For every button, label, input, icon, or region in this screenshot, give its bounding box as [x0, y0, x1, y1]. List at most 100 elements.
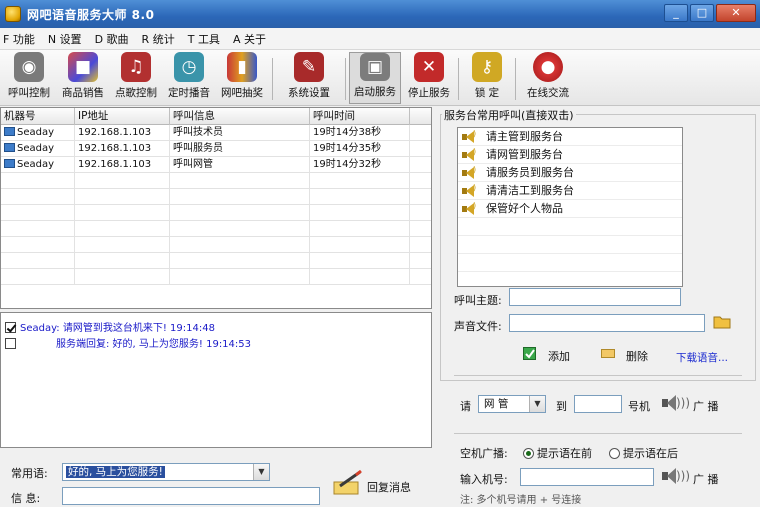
start-service-button[interactable]: ▣ 启动服务: [349, 52, 401, 104]
idle-broadcast-button[interactable]: 广 播: [693, 471, 719, 487]
reply-message-button[interactable]: [332, 468, 364, 498]
column-machine[interactable]: 机器号: [1, 108, 75, 125]
message-log[interactable]: Seaday: 请网管到我这台机来下! 19:14:48 服务端回复: 好的, …: [0, 312, 432, 448]
option-prompt-after[interactable]: 提示语在后: [609, 445, 678, 461]
column-call-time[interactable]: 呼叫时间: [310, 108, 410, 125]
stop-service-icon: ✕: [414, 52, 444, 82]
menu-about-label: 关于: [243, 32, 266, 46]
app-logo-icon: [5, 6, 21, 22]
service-panel: 服务台常用呼叫(直接双击) ) 请主管到服务台 ) 请网管到服务台 ) 请服务员到服务…: [436, 107, 760, 507]
table-row[interactable]: Seaday 192.168.1.103 呼叫网管 19时14分32秒: [1, 157, 431, 173]
window-title: 网吧语音服务大师 8.0: [27, 7, 155, 22]
idle-broadcast-speaker-icon[interactable]: ))): [662, 466, 690, 486]
menu-settings[interactable]: N 设置: [48, 31, 82, 47]
cell-call-time: 19时14分35秒: [310, 141, 410, 157]
minimize-button[interactable]: _: [664, 4, 688, 22]
maximize-button[interactable]: □: [690, 4, 714, 22]
toolbar-separator: [515, 58, 516, 100]
broadcast-prefix: 请: [460, 400, 471, 413]
log-text: 服务端回复: 好的, 马上为您服务! 19:14:53: [56, 339, 252, 350]
close-button[interactable]: ✕: [716, 4, 756, 22]
lottery-button[interactable]: ▮ 网吧抽奖: [217, 52, 267, 104]
menu-settings-key: N: [47, 32, 57, 46]
list-item[interactable]: ) 请网管到服务台: [458, 146, 682, 164]
message-input[interactable]: [62, 487, 320, 505]
role-select[interactable]: 网 管 ▼: [478, 395, 546, 413]
toolbar-separator: [458, 58, 459, 100]
menu-statistics-label: 统计: [152, 32, 175, 46]
speaker-device-icon: ◉: [14, 52, 44, 82]
service-call-list[interactable]: ) 请主管到服务台 ) 请网管到服务台 ) 请服务员到服务台 ) 请清洁工到服务台 ) 保…: [457, 127, 683, 287]
chevron-down-icon[interactable]: ▼: [253, 464, 269, 480]
machine-number-input[interactable]: [574, 395, 622, 413]
song-control-button[interactable]: ♫ 点歌控制: [111, 52, 161, 104]
machine-suffix-label: 号机: [628, 400, 650, 413]
system-settings-button[interactable]: ✎ 系统设置: [278, 52, 340, 104]
column-call-info[interactable]: 呼叫信息: [170, 108, 310, 125]
call-control-button[interactable]: ◉ 呼叫控制: [4, 52, 54, 104]
radio-button[interactable]: [609, 448, 620, 459]
open-folder-icon[interactable]: [713, 313, 731, 329]
broadcast-to-label: 到: [556, 400, 567, 413]
lock-key-icon: ⚷: [472, 52, 502, 82]
menu-function[interactable]: F 功能: [3, 31, 35, 47]
call-control-label: 呼叫控制: [8, 87, 50, 99]
reply-message-label[interactable]: 回复消息: [367, 479, 411, 495]
option-prompt-before[interactable]: 提示语在前: [523, 445, 592, 461]
machine-numbers-input[interactable]: [520, 468, 654, 486]
log-line-request[interactable]: Seaday: 请网管到我这台机来下! 19:14:48: [5, 319, 215, 334]
log-checkbox[interactable]: [5, 322, 16, 333]
table-row[interactable]: Seaday 192.168.1.103 呼叫技术员 19时14分38秒: [1, 125, 431, 141]
online-chat-button[interactable]: ● 在线交流: [521, 52, 575, 104]
log-line-reply[interactable]: 服务端回复: 好的, 马上为您服务! 19:14:53: [5, 335, 251, 350]
phrase-select[interactable]: 好的, 马上为您服务! ▼: [62, 463, 270, 481]
table-row[interactable]: Seaday 192.168.1.103 呼叫服务员 19时14分35秒: [1, 141, 431, 157]
call-item-label: 请服务员到服务台: [486, 166, 574, 179]
toolbar-separator: [345, 58, 346, 100]
chevron-down-icon[interactable]: ▼: [529, 396, 545, 412]
add-button[interactable]: 添加: [548, 348, 570, 364]
list-item[interactable]: ) 保管好个人物品: [458, 200, 682, 218]
cell-call-info: 呼叫服务员: [170, 141, 310, 157]
cell-machine: Seaday: [1, 125, 75, 141]
service-calls-title: 服务台常用呼叫(直接双击): [442, 107, 576, 123]
list-item[interactable]: ) 请清洁工到服务台: [458, 182, 682, 200]
input-machine-label: 输入机号:: [460, 473, 508, 486]
phrase-label: 常用语:: [11, 467, 48, 480]
message-label: 信 息:: [11, 492, 41, 505]
log-checkbox[interactable]: [5, 338, 16, 349]
phrase-value: 好的, 马上为您服务!: [66, 466, 165, 478]
stop-service-button[interactable]: ✕ 停止服务: [404, 52, 454, 104]
cell-ip: 192.168.1.103: [75, 141, 170, 157]
timed-broadcast-button[interactable]: ◷ 定时播音: [164, 52, 214, 104]
delete-icon: [601, 349, 615, 358]
goods-sales-button[interactable]: ■ 商品销售: [57, 52, 109, 104]
online-chat-icon: ●: [533, 52, 563, 82]
delete-button[interactable]: 删除: [626, 348, 648, 364]
table-row: [1, 189, 431, 205]
list-item[interactable]: ) 请主管到服务台: [458, 128, 682, 146]
option-after-label: 提示语在后: [623, 447, 678, 460]
timed-broadcast-label: 定时播音: [168, 87, 210, 99]
menu-statistics[interactable]: R 统计: [142, 31, 175, 47]
sound-file-input[interactable]: [509, 314, 705, 332]
table-row: [1, 253, 431, 269]
table-row: [1, 237, 431, 253]
radio-button[interactable]: [523, 448, 534, 459]
download-voice-link[interactable]: 下载语音...: [676, 350, 728, 365]
lock-button[interactable]: ⚷ 锁 定: [463, 52, 511, 104]
broadcast-button[interactable]: 广 播: [693, 398, 719, 414]
menu-songs-key: D: [94, 32, 104, 46]
menu-songs[interactable]: D 歌曲: [95, 31, 129, 47]
column-ip[interactable]: IP地址: [75, 108, 170, 125]
menu-statistics-key: R: [141, 32, 150, 46]
broadcast-speaker-icon[interactable]: ))): [662, 393, 690, 413]
timer-broadcast-icon: ◷: [174, 52, 204, 82]
call-table[interactable]: 机器号 IP地址 呼叫信息 呼叫时间 Seaday 192.168.1.103 …: [0, 107, 432, 309]
menu-tools[interactable]: T 工具: [188, 31, 220, 47]
list-item[interactable]: ) 请服务员到服务台: [458, 164, 682, 182]
system-settings-icon: ✎: [294, 52, 324, 82]
call-topic-input[interactable]: [509, 288, 681, 306]
menu-about[interactable]: A 关于: [233, 31, 266, 47]
menu-function-key: F: [3, 32, 10, 46]
